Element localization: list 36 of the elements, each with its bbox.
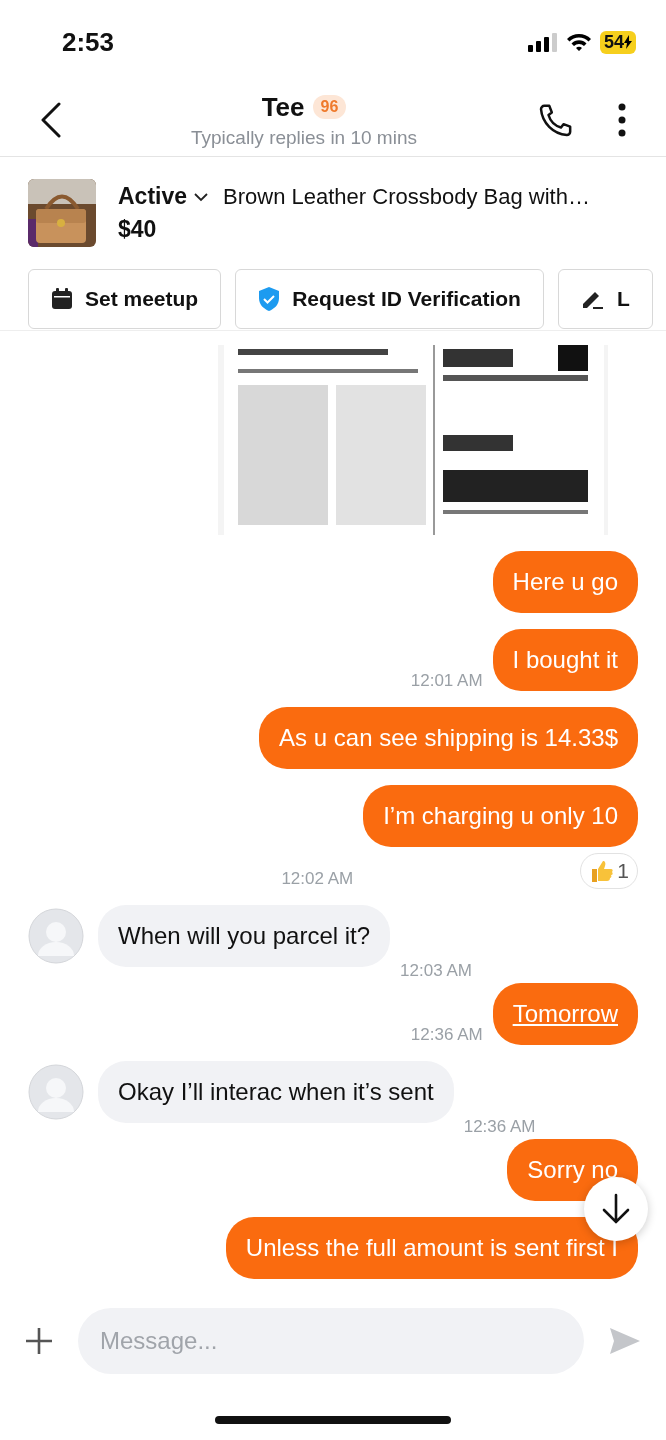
action-button[interactable]: Request ID Verification <box>235 269 544 329</box>
reply-time-note: Typically replies in 10 mins <box>191 126 417 149</box>
message-time: 12:36 AM <box>410 1025 483 1045</box>
signal-icon <box>527 32 558 52</box>
message-bubble: When will you parcel it? <box>98 905 391 967</box>
shield-check-icon <box>258 287 281 311</box>
message-bubble: I bought it <box>492 629 638 691</box>
wifi-icon <box>565 32 592 52</box>
listing-title[interactable]: Brown Leather Crossbody Bag with… <box>223 183 590 210</box>
message-bubble: As u can see shipping is 14.33$ <box>259 707 638 769</box>
message-bubble: Tomorrow <box>492 983 638 1045</box>
more-icon[interactable] <box>618 103 626 137</box>
message-bubble: Okay I’ll interac when it’s sent <box>98 1061 454 1123</box>
message-input[interactable]: Message... <box>78 1308 584 1374</box>
back-icon[interactable] <box>40 102 62 138</box>
action-button[interactable]: L <box>557 269 653 329</box>
message-time: 12:01 AM <box>410 671 483 691</box>
message-bubble: Here u go <box>492 551 638 613</box>
avatar-icon <box>28 908 84 964</box>
chevron-down-icon <box>193 191 210 202</box>
calendar-icon <box>51 288 73 310</box>
listing-status-dropdown[interactable]: Active <box>118 183 210 210</box>
bolt-icon <box>624 35 632 49</box>
thumbs-up-icon <box>589 858 616 884</box>
rating-badge: 96 <box>312 95 347 119</box>
message-bubble: I’m charging u only 10 <box>363 785 638 847</box>
add-icon[interactable] <box>24 1326 54 1356</box>
message-time: 12:36 AM <box>463 1117 536 1137</box>
status-time: 2:53 <box>62 26 115 58</box>
contact-name: Tee <box>261 91 305 123</box>
battery-level: 54 <box>599 30 636 54</box>
listing-price: $40 <box>118 216 158 243</box>
message-time: 12:03 AM <box>400 961 472 981</box>
action-button[interactable]: Set meetup <box>28 269 222 329</box>
avatar-icon <box>28 1064 84 1120</box>
message-time: 12:02 AM <box>281 869 354 889</box>
